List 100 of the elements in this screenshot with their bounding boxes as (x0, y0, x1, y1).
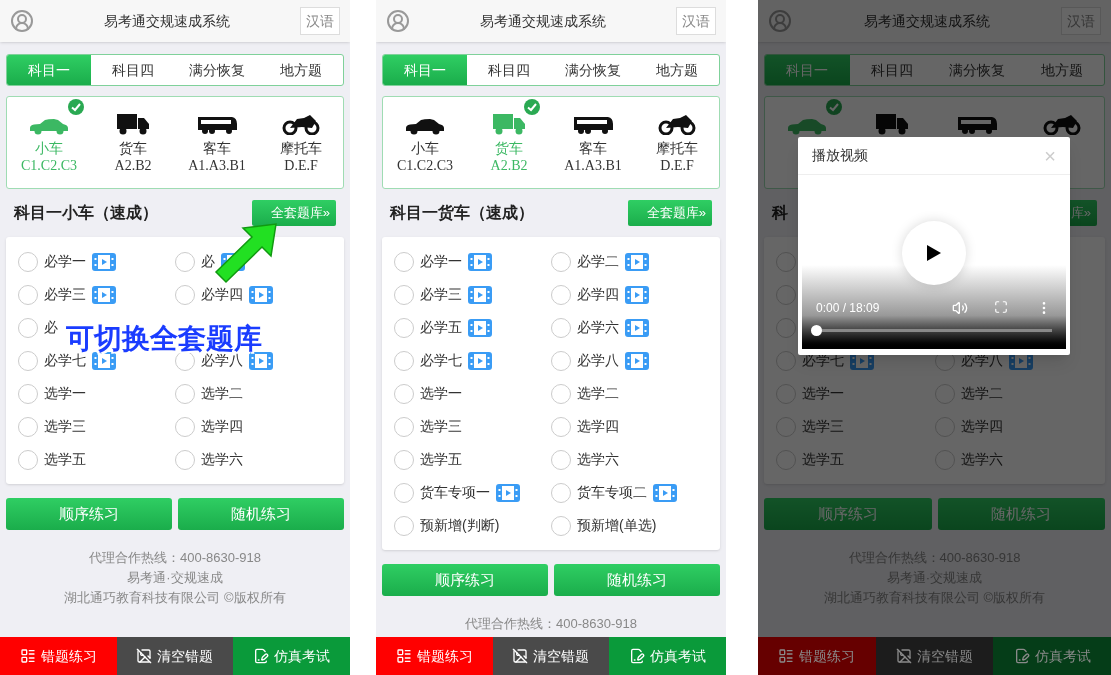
chapter-label: 必学七 (420, 351, 462, 370)
tab[interactable]: 满分恢复 (934, 55, 1020, 85)
chapter-label: 必学五 (420, 318, 462, 337)
vehicle-option[interactable]: 货车 A2.B2 (91, 99, 175, 175)
license-classes: D.E.F (284, 157, 318, 175)
chapter-label: 选学三 (44, 417, 86, 436)
dialog-title: 播放视频 (812, 146, 868, 165)
chapter-label: 选学四 (201, 417, 243, 436)
bottom-bar-button[interactable]: 错题练习 (376, 637, 493, 675)
bus-icon (196, 115, 238, 135)
vehicle-option[interactable]: 客车 A1.A3.B1 (551, 99, 635, 175)
fullscreen-icon[interactable] (994, 300, 1008, 314)
chapter-label: 预新增(单选) (577, 516, 657, 535)
license-classes: A2.B2 (490, 157, 528, 175)
section-title: 科目一货车（速成） (390, 203, 534, 224)
motorcycle-icon (1042, 113, 1081, 135)
chapter-label: 货车专项一 (420, 483, 490, 502)
question-bank-button[interactable]: 全套题库» (252, 200, 336, 226)
tab[interactable]: 满分恢复 (175, 55, 259, 85)
volume-icon[interactable] (952, 300, 968, 316)
practice-button[interactable]: 顺序练习 (6, 498, 172, 530)
edit-icon (1013, 648, 1030, 664)
chapter-label: 必学八 (201, 352, 243, 370)
check-badge-icon (68, 99, 84, 115)
practice-button[interactable]: 随机练习 (178, 498, 344, 530)
motorcycle-icon (658, 113, 696, 135)
truck-icon (116, 113, 150, 135)
app-title: 易考通交规速成系统 (103, 11, 231, 31)
chapter-label: 选学六 (960, 450, 1003, 469)
check-badge-icon (524, 99, 540, 115)
license-classes: A1.A3.B1 (188, 157, 246, 175)
bottom-bar-button[interactable]: 清空错题 (875, 637, 994, 675)
chapter-label: 必学三 (44, 285, 86, 304)
play-button[interactable] (902, 221, 966, 285)
user-icon[interactable] (10, 9, 34, 33)
practice-button[interactable]: 顺序练习 (382, 564, 548, 596)
list-icon (778, 648, 795, 664)
language-button[interactable]: 汉语 (300, 7, 340, 35)
radio-button[interactable] (394, 350, 414, 371)
chapter-label: 选学二 (960, 384, 1003, 403)
bottom-bar-button[interactable]: 清空错题 (492, 637, 610, 675)
car-icon (28, 117, 70, 135)
tab[interactable]: 地方题 (1019, 55, 1104, 85)
vehicle-option[interactable]: 摩托车 D.E.F (635, 99, 719, 175)
chapter-label: 选学五 (802, 450, 844, 469)
vehicle-option[interactable]: 小车 C1.C2.C3 (7, 99, 91, 175)
progress-thumb[interactable] (811, 325, 822, 336)
truck-icon (875, 113, 910, 135)
bus-icon (572, 115, 614, 135)
bottom-bar-button[interactable]: 清空错题 (116, 637, 234, 675)
section-title: 科 (772, 203, 788, 223)
chapter-label: 必学八 (577, 351, 619, 370)
vehicle-option[interactable]: 小车 C1.C2.C3 (383, 99, 467, 175)
bottom-bar-button[interactable]: 仿真考试 (609, 637, 726, 675)
footer-text: 代理合作热线：400-8630-918 (89, 549, 261, 567)
vehicle-name: 客车 (579, 139, 607, 157)
user-icon[interactable] (386, 9, 410, 33)
chapter-label: 必 (201, 252, 215, 271)
user-icon[interactable] (768, 9, 792, 33)
chapter-label: 选学五 (420, 450, 462, 469)
car-icon (404, 117, 446, 135)
tab[interactable]: 科目四 (91, 55, 175, 85)
bottom-bar-button[interactable]: 仿真考试 (233, 637, 350, 675)
tab[interactable]: 科目四 (467, 55, 551, 85)
chapter-label: 选学三 (420, 417, 462, 436)
tab[interactable]: 满分恢复 (551, 55, 635, 85)
image-icon (512, 648, 529, 664)
vehicle-name: 货车 (495, 139, 523, 157)
vehicle-option[interactable]: 客车 A1.A3.B1 (175, 99, 259, 175)
tab[interactable]: 科目一 (7, 55, 91, 85)
vehicle-option[interactable]: 货车 A2.B2 (467, 99, 551, 175)
bottom-bar-button[interactable]: 仿真考试 (993, 637, 1111, 675)
tab[interactable]: 地方题 (259, 55, 343, 85)
vehicle-name: 小车 (35, 139, 63, 157)
chapter-label: 必学六 (577, 318, 619, 337)
chapter-label: 必学三 (420, 285, 462, 304)
motorcycle-icon (282, 113, 320, 135)
language-button[interactable]: 汉语 (676, 7, 716, 35)
bottom-bar-button[interactable]: 错题练习 (758, 637, 876, 675)
chapter-label: 选学六 (201, 450, 243, 469)
video-time: 0:00 / 18:09 (816, 300, 880, 317)
vehicle-name: 摩托车 (656, 139, 698, 157)
tab[interactable]: 地方题 (635, 55, 719, 85)
tab[interactable]: 科目四 (849, 55, 935, 85)
edit-icon (253, 648, 270, 664)
list-icon (395, 648, 412, 664)
question-bank-button[interactable]: 全套题库» (628, 200, 712, 226)
vehicle-option[interactable]: 摩托车 D.E.F (259, 99, 343, 175)
app-title: 易考通交规速成系统 (479, 11, 607, 31)
bottom-bar-button[interactable]: 错题练习 (0, 637, 117, 675)
chapter-label: 必 (44, 318, 58, 337)
arrow-callout-tooltip (214, 222, 278, 284)
chapter-label: 选学二 (577, 384, 619, 403)
chapter-label: 选学四 (960, 417, 1003, 436)
tab[interactable]: 科目一 (383, 55, 467, 85)
practice-button[interactable]: 随机练习 (554, 564, 720, 596)
footer-text: 代理合作热线：400-8630-918 (465, 615, 637, 633)
list-icon (19, 648, 36, 664)
chapter-label: 选学一 (802, 384, 844, 403)
image-icon (896, 648, 912, 664)
